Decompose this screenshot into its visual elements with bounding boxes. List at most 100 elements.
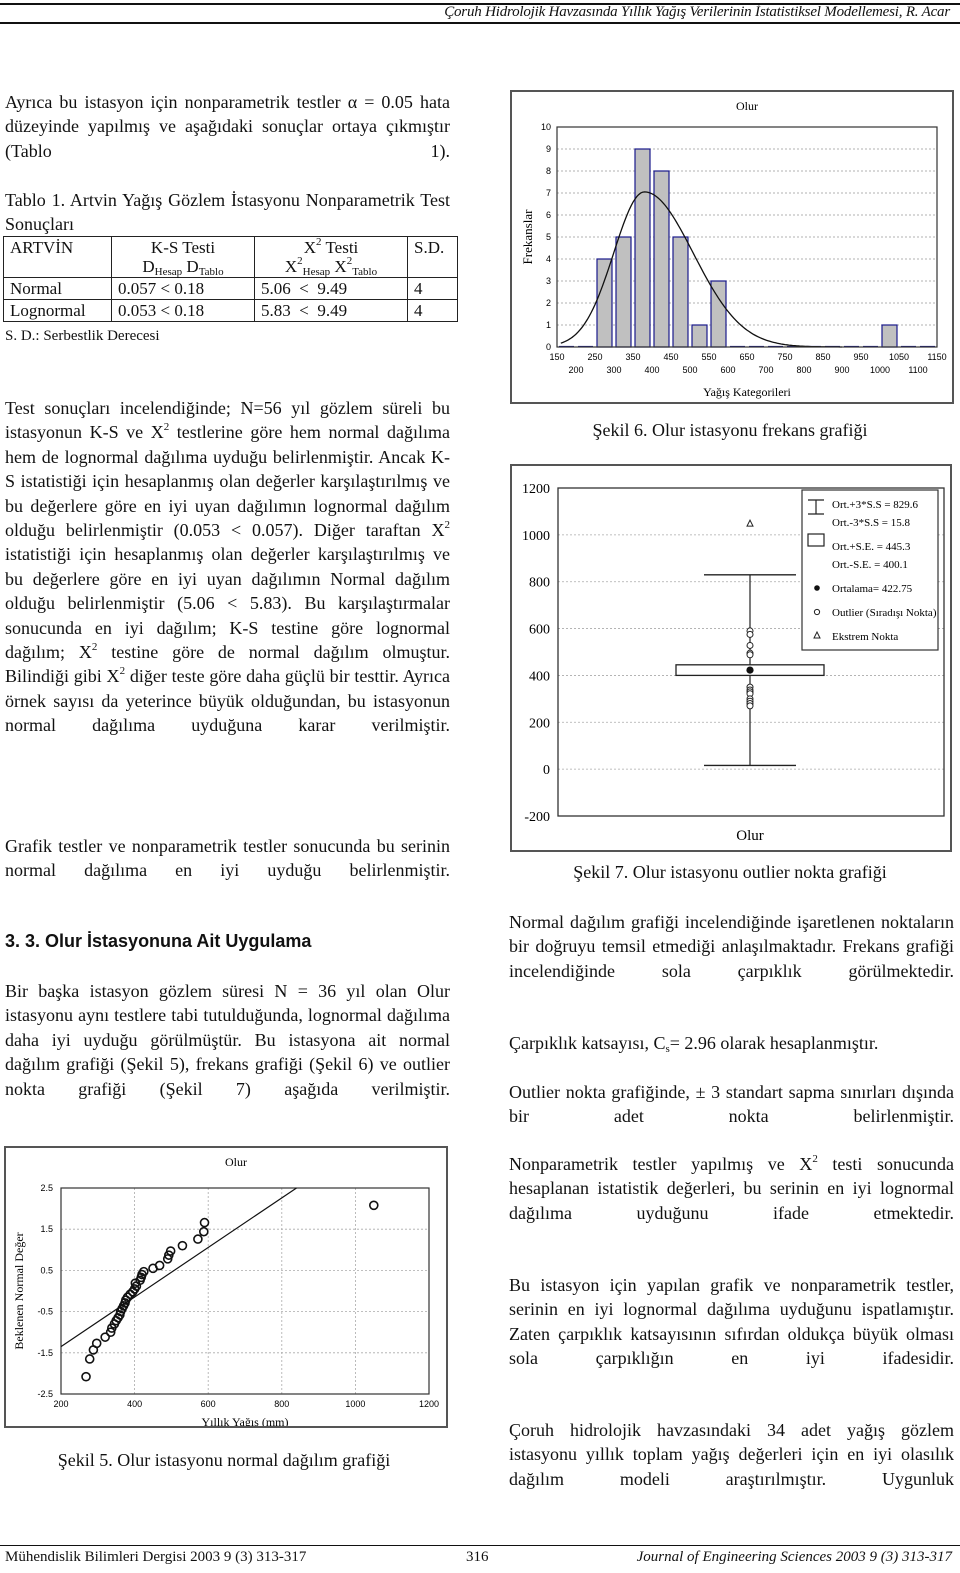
box-legend-icon [807,533,825,547]
x-tick-label: 350 [625,352,640,362]
x-tick-label: 550 [701,352,716,362]
x-tick-label: 500 [682,365,697,375]
data-point [198,1226,209,1237]
y-tick-label: 1 [546,320,551,330]
outlier-legend-icon [813,608,821,616]
table-header-row: ARTVİN K-S Testi DHesap DTablo X2 Testi … [3,236,458,278]
x-axis-label: Yıllık Yağış (mm) [201,1415,288,1426]
outlier-point [746,641,754,649]
x-tick-label: 600 [201,1399,216,1409]
y-tick-label: -2.5 [37,1389,53,1399]
x-tick-label: 800 [796,365,811,375]
chi-cell: 5.83 < 9.49 [254,299,408,322]
outlier-point [746,630,754,638]
dist-cell: Normal [3,277,112,300]
histogram-bar [881,324,898,348]
y-tick-label: 7 [546,188,551,198]
footer-journal-en: Journal of Engineering Sciences 2003 9 (… [636,1549,952,1565]
chart-title: Olur [736,99,758,113]
y-tick-label: -200 [524,810,550,825]
footer-journal-tr: Mühendislik Bilimleri Dergisi 2003 9 (3)… [5,1549,307,1565]
table-row: Lognormal 0.053 < 0.18 5.83 < 9.49 4 [3,299,458,322]
x-axis-label: Olur [736,828,764,844]
histogram-bar [615,236,632,348]
paragraph-olur: Bir başka istasyon gözlem süresi N = 36 … [5,981,450,1099]
header-rule-bottom [0,22,960,24]
figure-5-caption: Şekil 5. Olur istasyonu normal dağılım g… [57,1450,391,1470]
y-tick-label: 6 [546,210,551,220]
data-point [91,1338,102,1349]
y-tick-label: 1200 [522,482,550,497]
x-tick-label: 200 [53,1399,68,1409]
extreme-point [746,519,754,527]
legend-label: Ort.-S.E. = 400.1 [832,559,908,571]
y-tick-label: 800 [529,576,550,591]
histogram-bar [653,170,670,348]
paragraph-outlier: Outlier nokta grafiğinde, ± 3 standart s… [509,1082,954,1127]
mean-point [746,666,754,674]
x-tick-label: 1150 [927,352,946,362]
fig6-svg: Olur 0 1 2 3 4 5 6 7 8 9 10 150 250 350 450 550 650 750 850… [520,99,947,399]
legend-label: Ortalama= 422.75 [832,583,913,595]
paragraph-normal-plot: Normal dağılım grafiği incelendiğinde iş… [509,912,954,981]
section-heading: 3. 3. Olur İstasyonuna Ait Uygulama [5,931,312,951]
running-title: Çoruh Hidrolojik Havzasında Yıllık Yağış… [444,4,950,20]
x-tick-label: 900 [834,365,849,375]
data-point [199,1217,210,1228]
histogram-bar [672,236,689,348]
y-tick-label: 0 [543,763,550,778]
plot-frame [60,1187,430,1395]
data-point [81,1371,91,1382]
histogram-bar [596,258,613,348]
paragraph-test-results: Test sonuçları incelendiğinde; N=56 yıl … [5,398,450,736]
x-tick-label: 800 [274,1399,289,1409]
data-point [84,1354,95,1364]
figure-7-outlier-plot: -200 0 200 400 600 800 1000 1200 Olur Ort.+3*S.S … [510,464,952,852]
paragraph-skew: Çarpıklık katsayısı, Cs= 2.96 olarak hes… [509,1033,879,1055]
x-tick-label: 750 [777,352,792,362]
x-tick-label: 1000 [345,1399,365,1409]
x-tick-label: 200 [568,365,583,375]
chi-cell: 5.06 < 9.49 [254,277,408,300]
outlier-point [746,651,754,659]
x-tick-label: 700 [758,365,773,375]
y-tick-label: 2 [546,298,551,308]
figure-6-caption: Şekil 6. Olur istasyonu frekans grafiği [592,420,868,440]
legend-label: Ort.+S.E. = 445.3 [832,541,911,553]
y-tick-label: -0.5 [37,1307,53,1317]
ks-cell: 0.057 < 0.18 [111,277,255,300]
paragraph-conclusion: Grafik testler ve nonparametrik testler … [5,836,450,881]
legend-label: Ekstrem Nokta [832,631,898,643]
y-tick-label: 8 [546,166,551,176]
x-tick-label: 1050 [889,352,909,362]
page-footer: Mühendislik Bilimleri Dergisi 2003 9 (3)… [0,1545,960,1573]
y-tick-label: 9 [546,144,551,154]
x-axis-label: Yağış Kategorileri [703,385,791,399]
x-tick-label: 450 [663,352,678,362]
table-row: Normal 0.057 < 0.18 5.06 < 9.49 4 [3,277,458,300]
x-tick-label: 150 [549,352,564,362]
outlier-point [746,702,754,710]
legend-label: Outlier (Sıradışı Nokta) [832,607,937,619]
fig5-svg: Olur 200 400 600 800 1000 1200 -2.5 -1.5 -0.5 0.5 1… [12,1155,439,1429]
y-tick-label: 4 [546,254,551,264]
y-axis-label: Frekanslar [520,209,535,265]
results-table: ARTVİN K-S Testi DHesap DTablo X2 Testi … [3,236,458,322]
footer-rule [0,1545,960,1546]
y-tick-label: 3 [546,276,551,286]
data-point [177,1240,188,1251]
y-tick-label: 0.5 [40,1265,53,1275]
sd-cell: 4 [407,277,458,300]
legend-label: Ort.+3*S.S = 829.6 [832,499,919,511]
y-tick-label: 200 [529,716,550,731]
page-number: 316 [466,1549,489,1565]
figure-5-normal-plot: Olur 200 400 600 800 1000 1200 -2.5 -1.5 -0.5 0.5 1… [4,1146,448,1429]
y-tick-label: 0 [546,342,551,352]
data-point [193,1234,203,1244]
x-tick-label: 1000 [870,365,890,375]
running-header: Çoruh Hidrolojik Havzasında Yıllık Yağış… [0,0,960,26]
ks-cell: 0.053 < 0.18 [111,299,255,322]
x-tick-label: 650 [739,352,754,362]
y-tick-label: 1000 [522,529,550,544]
paragraph-final: Çoruh hidrolojik havzasındaki 34 adet ya… [509,1420,954,1489]
